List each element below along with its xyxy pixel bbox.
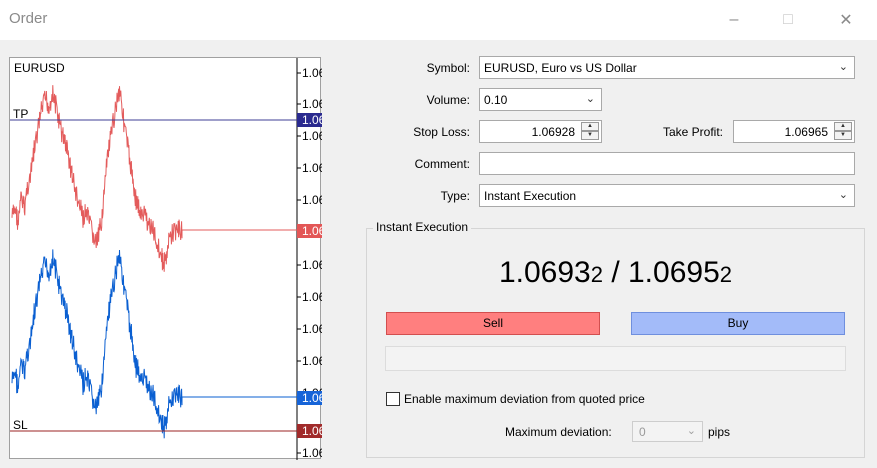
deviation-checkbox[interactable]	[386, 392, 400, 406]
bid-price-line	[11, 249, 297, 439]
stop-loss-label: Stop Loss:	[413, 125, 470, 139]
bid-price-tag-text: 1.06932	[302, 391, 322, 405]
take-profit-label: Take Profit:	[662, 125, 723, 139]
order-type-value: Instant Execution	[484, 189, 577, 203]
order-type-dropdown[interactable]: Instant Execution ⌄	[479, 184, 855, 207]
price-label: 1.06959	[302, 161, 322, 175]
price-label: 1.06944	[302, 290, 322, 304]
chevron-down-icon: ⌄	[838, 189, 848, 201]
instant-execution-title: Instant Execution	[373, 220, 472, 234]
ask-quote-pip: 2	[719, 262, 733, 287]
comment-label: Comment:	[414, 157, 470, 171]
ask-quote-main: 1.0695	[628, 256, 720, 289]
symbol-label: Symbol:	[426, 61, 470, 75]
price-label: 1.06925	[302, 446, 322, 460]
tick-chart-canvas: EURUSD TP SL 1.06971 1.06967 1.06963 1.0…	[10, 58, 322, 460]
pips-label: pips	[708, 425, 731, 439]
comment-input[interactable]	[479, 152, 855, 175]
take-profit-value: 1.06965	[784, 125, 828, 139]
tp-label: TP	[13, 107, 28, 121]
volume-combobox[interactable]: 0.10 ⌄	[479, 88, 602, 111]
volume-value: 0.10	[484, 93, 508, 107]
title-bar: Order – □ ✕	[0, 0, 877, 40]
tp-price-tag-text: 1.06965	[302, 113, 322, 127]
price-label: 1.06963	[302, 129, 322, 143]
bid-quote-pip: 2	[590, 262, 603, 287]
max-deviation-label: Maximum deviation:	[505, 425, 612, 439]
bid-quote-main: 1.0693	[498, 256, 591, 289]
price-label: 1.06971	[302, 66, 322, 80]
stop-loss-up-icon[interactable]: ▲	[581, 122, 599, 131]
sl-price-tag-text: 1.06928	[302, 424, 322, 438]
close-button[interactable]: ✕	[829, 8, 863, 32]
chevron-down-icon: ⌄	[838, 61, 848, 73]
max-deviation-value: 0	[639, 425, 646, 439]
window-title: Order	[9, 10, 48, 27]
execution-status-bar	[385, 346, 846, 371]
chart-symbol-label: EURUSD	[14, 61, 65, 75]
take-profit-stepper[interactable]: 1.06965 ▲ ▼	[733, 120, 855, 143]
take-profit-down-icon[interactable]: ▼	[834, 131, 852, 140]
minimize-button[interactable]: –	[717, 8, 751, 32]
symbol-dropdown[interactable]: EURUSD, Euro vs US Dollar ⌄	[479, 56, 855, 79]
maximize-button[interactable]: □	[771, 8, 805, 32]
ask-price-line	[11, 85, 297, 272]
sell-button[interactable]: Sell	[386, 312, 600, 335]
stop-loss-stepper[interactable]: 1.06928 ▲ ▼	[479, 120, 602, 143]
take-profit-up-icon[interactable]: ▲	[834, 122, 852, 131]
price-label: 1.06948	[302, 258, 322, 272]
quote-display: 1.06932 / 1.06952	[366, 256, 865, 290]
price-label: 1.06955	[302, 193, 322, 207]
sl-label: SL	[13, 418, 28, 432]
type-label: Type:	[440, 189, 470, 203]
volume-label: Volume:	[426, 93, 470, 107]
stop-loss-down-icon[interactable]: ▼	[581, 131, 599, 140]
quote-separator: /	[602, 256, 628, 289]
max-deviation-combobox[interactable]: 0 ⌄	[632, 421, 703, 442]
price-label: 1.06940	[302, 322, 322, 336]
price-label: 1.06936	[302, 354, 322, 368]
stop-loss-value: 1.06928	[531, 125, 575, 139]
buy-button[interactable]: Buy	[631, 312, 845, 335]
chevron-down-icon: ⌄	[585, 93, 595, 105]
price-label: 1.06967	[302, 97, 322, 111]
symbol-value: EURUSD, Euro vs US Dollar	[484, 61, 637, 75]
chevron-down-icon: ⌄	[686, 425, 696, 437]
tick-chart: EURUSD TP SL 1.06971 1.06967 1.06963 1.0…	[9, 57, 322, 460]
ask-price-tag-text: 1.06952	[302, 224, 322, 238]
deviation-checkbox-label[interactable]: Enable maximum deviation from quoted pri…	[404, 392, 645, 406]
